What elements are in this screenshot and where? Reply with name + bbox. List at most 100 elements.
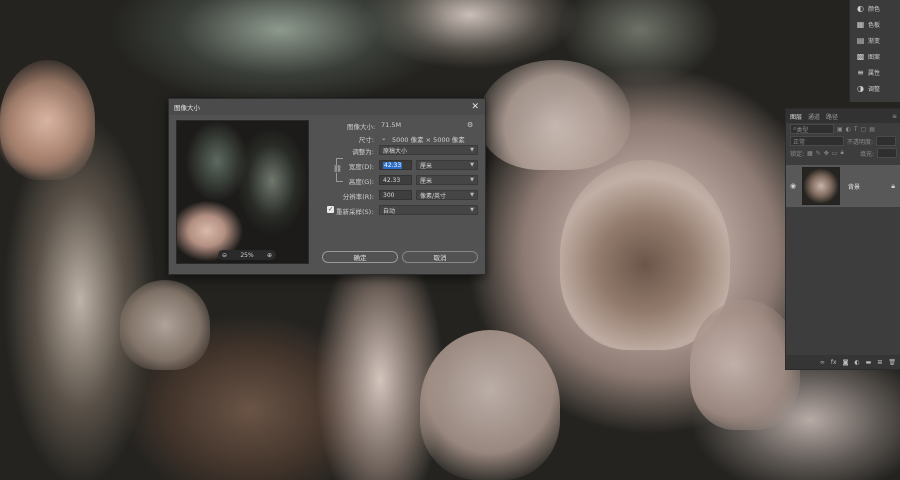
layer-thumbnail [802,167,840,205]
link-layers-icon[interactable]: ∞ [820,359,825,366]
pattern-icon: ▩ [856,51,865,61]
gear-icon[interactable]: ⚙ [467,121,473,129]
swatches-icon: ▦ [856,19,865,29]
resolution-field[interactable]: 300 [379,190,412,200]
panel-item-label: 颜色 [868,5,881,13]
tab-channels[interactable]: 通道 [808,112,820,121]
chevron-down-icon: ▼ [470,207,474,213]
panel-menu-icon[interactable]: ≡ [892,113,897,120]
opacity-field[interactable] [876,136,897,146]
adjustment-layer-icon[interactable]: ◐ [854,359,859,366]
layers-panel: 图层 通道 路径 ≡ ⌕ 类型 ▣ ◐ T ▢ ▤ 正常 不透明度: 锁定: ▦… [785,108,900,370]
add-mask-icon[interactable]: ◙ [843,359,849,366]
image-size-value: 71.5M [381,121,402,129]
layers-panel-tabs: 图层 通道 路径 ≡ [786,109,900,123]
resample-value: 自动 [383,207,396,215]
width-unit-value: 厘米 [420,162,433,170]
height-unit-select[interactable]: 厘米 ▼ [416,175,478,185]
blend-mode-select[interactable]: 正常 [790,136,844,146]
smart-filter-icon[interactable]: ▤ [869,126,875,133]
dimensions-label: 尺寸: [358,136,374,144]
resolution-label: 分辨率(R): [342,193,374,201]
lock-all-icon[interactable]: 🔒︎ [840,149,843,157]
chevron-down-icon: ▼ [470,147,474,153]
new-group-icon[interactable]: ▬ [866,359,872,366]
fit-to-value: 原稿大小 [383,147,408,155]
blend-mode-value: 正常 [793,138,806,146]
layer-row[interactable]: ◉ 背景 🔒︎ [786,165,900,207]
resample-label: 重新采样(S): [336,208,374,216]
blend-row: 正常 不透明度: [786,135,900,147]
image-preview[interactable]: ⊖ 25% ⊕ [176,120,309,264]
shape-filter-icon[interactable]: ▢ [861,126,867,133]
chevron-down-icon: ▼ [470,192,474,198]
filter-type-label: 类型 [796,126,809,134]
ok-button[interactable]: 确定 [322,251,398,263]
panel-item[interactable]: ◑ 调整 [850,80,900,96]
dimensions-chevron-icon[interactable]: ⌄ [381,134,386,142]
gradient-icon: ▤ [856,35,865,45]
dialog-titlebar: 图像大小 ✕ [169,99,485,115]
trash-icon[interactable]: 🗑︎ [888,359,896,366]
chevron-down-icon: ▼ [470,162,474,168]
height-label: 高度(G): [348,178,374,186]
height-field[interactable]: 42.33 [379,175,412,185]
height-unit-value: 厘米 [420,177,433,185]
dimensions-value: 5000 像素 × 5000 像素 [392,136,465,144]
fill-label: 填充: [859,150,874,158]
adjustments-icon: ◑ [857,83,864,93]
lock-label: 锁定: [790,150,805,158]
zoom-out-icon[interactable]: ⊖ [222,252,227,259]
resolution-value: 300 [383,191,395,199]
zoom-control: ⊖ 25% ⊕ [218,250,276,260]
height-value: 42.33 [383,176,401,184]
resample-checkbox[interactable]: ✓ [327,206,334,213]
chevron-down-icon: ▼ [470,177,474,183]
tab-layers[interactable]: 图层 [790,112,802,121]
resolution-unit-value: 像素/英寸 [420,192,447,200]
panel-item-label: 色板 [868,21,881,29]
panel-item[interactable]: ▩ 图案 [850,48,900,64]
panel-item-label: 图案 [868,53,881,61]
type-filter-icon[interactable]: T [854,126,858,133]
image-size-dialog: 图像大小 ✕ ⊖ 25% ⊕ [168,98,486,275]
zoom-in-icon[interactable]: ⊕ [267,252,272,259]
resample-select[interactable]: 自动 ▼ [379,205,478,215]
width-unit-select[interactable]: 厘米 ▼ [416,160,478,170]
visibility-eye-icon[interactable]: ◉ [786,182,800,190]
fit-to-label: 调整为: [352,148,374,156]
color-icon: ◐ [857,3,864,13]
close-icon[interactable]: ✕ [471,102,479,112]
fit-to-select[interactable]: 原稿大小 ▼ [379,145,478,155]
pixel-filter-icon[interactable]: ▣ [837,126,843,133]
lock-artboard-icon[interactable]: ▭ [832,150,838,157]
layer-name: 背景 [848,183,861,191]
panel-item[interactable]: ▤ 渐变 [850,32,900,48]
resolution-unit-select[interactable]: 像素/英寸 ▼ [416,190,478,200]
properties-icon: ≡ [857,67,864,77]
layer-filter-row: ⌕ 类型 ▣ ◐ T ▢ ▤ [786,123,900,135]
panel-item[interactable]: ≡ 属性 [850,64,900,80]
width-value: 42.33 [383,161,403,169]
lock-position-icon[interactable]: ✥ [824,150,829,157]
adjust-filter-icon[interactable]: ◐ [846,126,851,133]
width-field[interactable]: 42.33 [379,160,412,170]
zoom-value: 25% [240,251,254,259]
lock-pixels-icon[interactable]: ▦ [807,150,813,157]
fill-field[interactable] [877,148,897,158]
cancel-button[interactable]: 取消 [402,251,478,263]
panel-item-label: 属性 [868,69,881,77]
lock-paint-icon[interactable]: ✎ [816,150,821,157]
dialog-title: 图像大小 [174,104,200,112]
fx-icon[interactable]: fx [831,359,837,366]
layer-filter-select[interactable]: ⌕ 类型 [790,124,834,134]
opacity-label: 不透明度: [847,138,874,146]
collapsed-panels-strip: ◐ 颜色 ▦ 色板 ▤ 渐变 ▩ 图案 ≡ 属性 ◑ 调整 [849,0,900,102]
new-layer-icon[interactable]: ⊞ [877,359,882,366]
panel-item[interactable]: ◐ 颜色 [850,0,900,16]
tab-paths[interactable]: 路径 [826,112,838,121]
panel-item[interactable]: ▦ 色板 [850,16,900,32]
panel-item-label: 调整 [868,85,881,93]
layers-panel-footer: ∞ fx ◙ ◐ ▬ ⊞ 🗑︎ [786,355,900,369]
panel-item-label: 渐变 [868,37,881,45]
